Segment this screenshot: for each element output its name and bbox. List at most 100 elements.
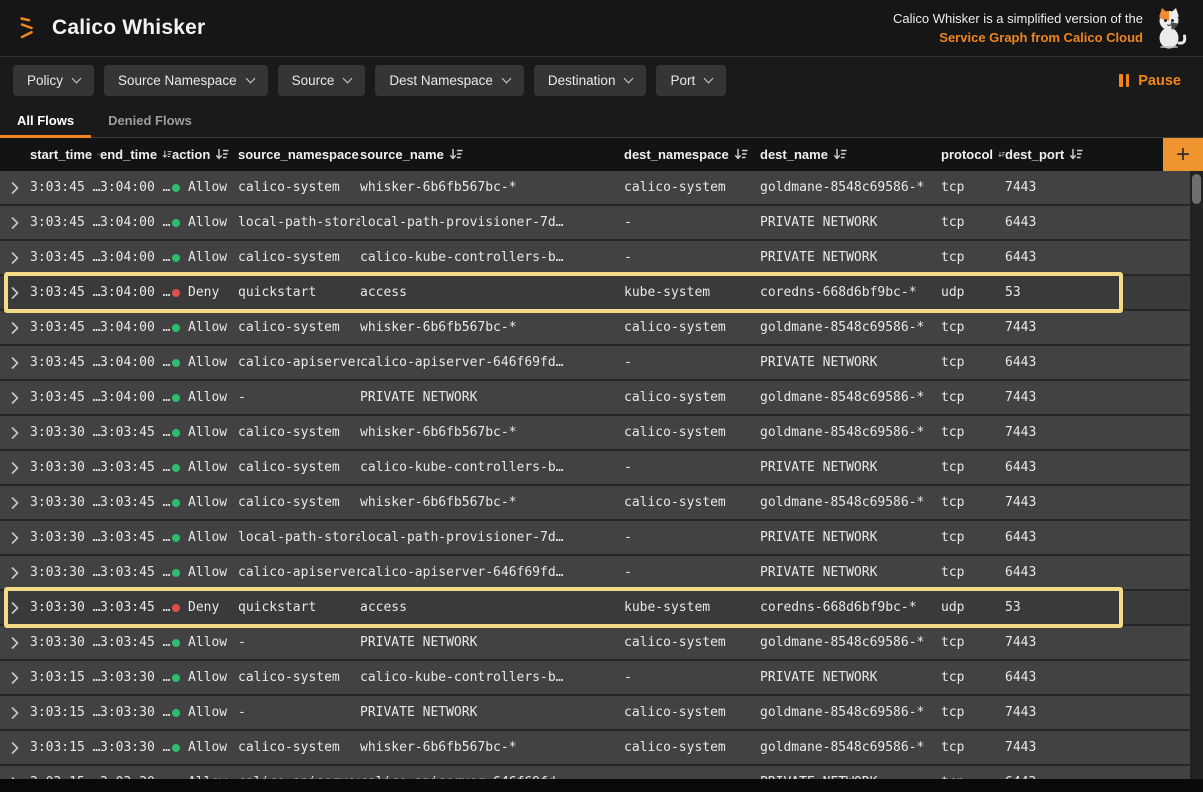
filter-policy[interactable]: Policy [13, 65, 94, 96]
expand-chevron-icon[interactable] [11, 462, 19, 474]
column-header-end_time[interactable]: end_time [100, 147, 172, 162]
row-expander[interactable] [0, 672, 30, 684]
cell-end-time: 3:03:45 … [100, 425, 172, 440]
expand-chevron-icon[interactable] [11, 287, 19, 299]
expand-chevron-icon[interactable] [11, 357, 19, 369]
column-header-action[interactable]: action [172, 147, 238, 162]
row-expander[interactable] [0, 427, 30, 439]
column-header-dest_namespace[interactable]: dest_namespace [624, 147, 760, 162]
table-row[interactable]: 3:03:45 … 3:04:00 … Allow calico-system … [0, 311, 1191, 346]
tab-denied-flows[interactable]: Denied Flows [91, 104, 209, 137]
column-header-start_time[interactable]: start_time [30, 147, 100, 162]
expand-chevron-icon[interactable] [11, 742, 19, 754]
row-expander[interactable] [0, 182, 30, 194]
row-expander[interactable] [0, 567, 30, 579]
vertical-scrollbar[interactable] [1190, 171, 1203, 779]
pause-button[interactable]: Pause [1113, 73, 1187, 89]
cell-dest-port: 7443 [1005, 705, 1095, 720]
cell-end-time: 3:04:00 … [100, 285, 172, 300]
cell-dest-name: goldmane-8548c69586-* [760, 740, 941, 755]
row-expander[interactable] [0, 777, 30, 780]
column-header-dest_name[interactable]: dest_name [760, 147, 941, 162]
expand-chevron-icon[interactable] [11, 532, 19, 544]
cell-start-time: 3:03:30 … [30, 635, 100, 650]
cell-source-namespace: calico-system [238, 250, 360, 265]
row-expander[interactable] [0, 462, 30, 474]
cell-end-time: 3:04:00 … [100, 180, 172, 195]
table-row[interactable]: 3:03:30 … 3:03:45 … Allow calico-system … [0, 486, 1191, 521]
allow-status-dot [172, 464, 180, 472]
filter-dest-namespace[interactable]: Dest Namespace [375, 65, 524, 96]
cell-dest-namespace: - [624, 250, 760, 265]
table-row[interactable]: 3:03:30 … 3:03:45 … Allow - PRIVATE NETW… [0, 626, 1191, 661]
cell-protocol: tcp [941, 740, 1005, 755]
expand-chevron-icon[interactable] [11, 427, 19, 439]
filter-destination[interactable]: Destination [534, 65, 647, 96]
cell-start-time: 3:03:30 … [30, 460, 100, 475]
row-expander[interactable] [0, 602, 30, 614]
tab-all-flows[interactable]: All Flows [0, 104, 91, 137]
expand-chevron-icon[interactable] [11, 777, 19, 780]
expand-chevron-icon[interactable] [11, 497, 19, 509]
cell-action: Allow [172, 775, 238, 779]
row-expander[interactable] [0, 637, 30, 649]
table-row[interactable]: 3:03:15 … 3:03:30 … Allow calico-apiserv… [0, 766, 1191, 779]
row-expander[interactable] [0, 392, 30, 404]
table-row[interactable]: 3:03:30 … 3:03:45 … Allow calico-system … [0, 416, 1191, 451]
table-row[interactable]: 3:03:45 … 3:04:00 … Allow calico-system … [0, 171, 1191, 206]
row-expander[interactable] [0, 742, 30, 754]
expand-chevron-icon[interactable] [11, 322, 19, 334]
expand-chevron-icon[interactable] [11, 182, 19, 194]
expand-chevron-icon[interactable] [11, 567, 19, 579]
table-row[interactable]: 3:03:45 … 3:04:00 … Allow calico-apiserv… [0, 346, 1191, 381]
expand-chevron-icon[interactable] [11, 637, 19, 649]
expand-chevron-icon[interactable] [11, 252, 19, 264]
tagline-link[interactable]: Service Graph from Calico Cloud [939, 30, 1143, 45]
cell-start-time: 3:03:30 … [30, 495, 100, 510]
cell-source-name: whisker-6b6fb567bc-* [360, 180, 624, 195]
row-expander[interactable] [0, 707, 30, 719]
table-row[interactable]: 3:03:30 … 3:03:45 … Allow calico-system … [0, 451, 1191, 486]
cell-dest-name: goldmane-8548c69586-* [760, 425, 941, 440]
cell-dest-port: 7443 [1005, 740, 1095, 755]
scrollbar-thumb[interactable] [1192, 174, 1201, 204]
column-header-source_name[interactable]: source_name [360, 147, 624, 162]
filter-port[interactable]: Port [656, 65, 726, 96]
expand-chevron-icon[interactable] [11, 672, 19, 684]
cell-action: Allow [172, 180, 238, 195]
row-expander[interactable] [0, 357, 30, 369]
column-header-protocol[interactable]: protocol [941, 147, 1005, 162]
table-row[interactable]: 3:03:15 … 3:03:30 … Allow - PRIVATE NETW… [0, 696, 1191, 731]
table-row[interactable]: 3:03:45 … 3:04:00 … Allow calico-system … [0, 241, 1191, 276]
row-expander[interactable] [0, 252, 30, 264]
row-expander[interactable] [0, 287, 30, 299]
cell-start-time: 3:03:45 … [30, 285, 100, 300]
table-row[interactable]: 3:03:45 … 3:04:00 … Allow local-path-sto… [0, 206, 1191, 241]
row-expander[interactable] [0, 497, 30, 509]
row-expander[interactable] [0, 532, 30, 544]
cell-source-namespace: calico-apiserver [238, 355, 360, 370]
row-expander[interactable] [0, 217, 30, 229]
cell-dest-namespace: calico-system [624, 390, 760, 405]
table-row[interactable]: 3:03:30 … 3:03:45 … Deny quickstart acce… [0, 591, 1191, 626]
table-row[interactable]: 3:03:15 … 3:03:30 … Allow calico-system … [0, 661, 1191, 696]
pause-label: Pause [1138, 73, 1181, 89]
table-row[interactable]: 3:03:45 … 3:04:00 … Deny quickstart acce… [0, 276, 1191, 311]
expand-chevron-icon[interactable] [11, 602, 19, 614]
expand-chevron-icon[interactable] [11, 217, 19, 229]
column-header-dest_port[interactable]: dest_port [1005, 147, 1095, 162]
table-row[interactable]: 3:03:30 … 3:03:45 … Allow local-path-sto… [0, 521, 1191, 556]
allow-status-dot [172, 779, 180, 780]
table-row[interactable]: 3:03:45 … 3:04:00 … Allow - PRIVATE NETW… [0, 381, 1191, 416]
table-row[interactable]: 3:03:15 … 3:03:30 … Allow calico-system … [0, 731, 1191, 766]
row-expander[interactable] [0, 322, 30, 334]
filter-source-namespace[interactable]: Source Namespace [104, 65, 268, 96]
expand-chevron-icon[interactable] [11, 707, 19, 719]
cell-end-time: 3:04:00 … [100, 215, 172, 230]
column-header-source_namespace[interactable]: source_namespace [238, 147, 360, 162]
add-column-button[interactable]: + [1163, 138, 1203, 171]
filter-source[interactable]: Source [278, 65, 366, 96]
expand-chevron-icon[interactable] [11, 392, 19, 404]
cell-source-name: access [360, 285, 624, 300]
table-row[interactable]: 3:03:30 … 3:03:45 … Allow calico-apiserv… [0, 556, 1191, 591]
